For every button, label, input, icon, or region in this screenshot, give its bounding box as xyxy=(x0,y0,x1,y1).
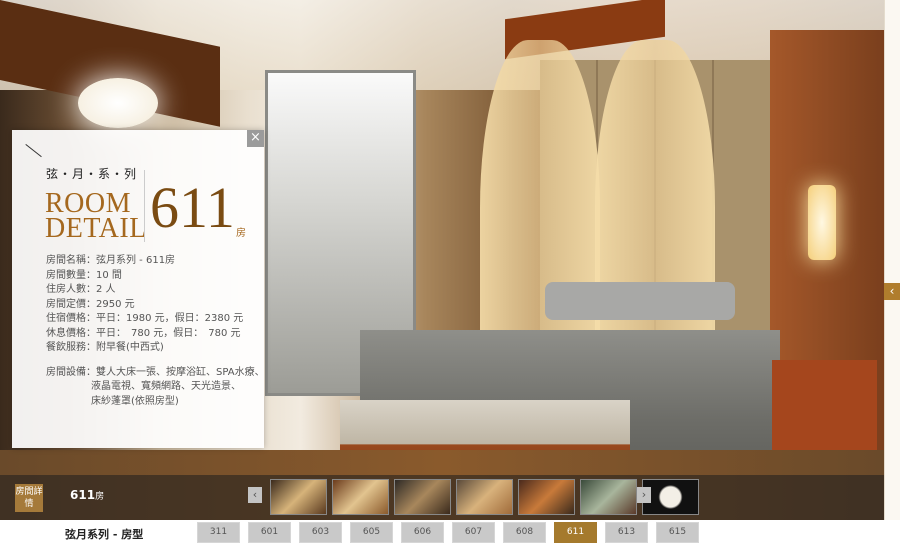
room-number: 611 xyxy=(150,175,235,240)
thumb-next-button[interactable]: › xyxy=(637,487,651,503)
equipment-label: 房間設備： xyxy=(46,366,96,378)
thumbnail-1[interactable] xyxy=(270,479,327,515)
category-badge: 房間詳情 xyxy=(15,484,43,512)
thumbnail-2[interactable] xyxy=(332,479,389,515)
current-room-number: 611 xyxy=(70,488,96,502)
equipment-text-1: 雙人大床一張、按摩浴缸、SPA水療、 xyxy=(96,366,265,378)
thumbnail-3[interactable] xyxy=(394,479,451,515)
room-tab-603[interactable]: 603 xyxy=(299,522,342,543)
thumb-prev-button[interactable]: ‹ xyxy=(248,487,262,503)
room-tab-613[interactable]: 613 xyxy=(605,522,648,543)
right-edge-bar xyxy=(884,0,900,520)
equipment-line-3: 床紗蓬罩(依照房型) xyxy=(91,395,179,407)
room-title-line2: DETAIL xyxy=(45,213,147,244)
info-count: 房間數量：10 間 xyxy=(46,269,122,281)
info-guests: 住房人數：2 人 xyxy=(46,284,116,295)
equipment-line-2: 液晶電視、寬頻網路、天光造景、 xyxy=(91,381,241,392)
info-rest-price: 休息價格：平日： 780 元，假日： 780 元 xyxy=(46,327,241,339)
thumbnail-6[interactable] xyxy=(580,479,637,515)
room-type-label: 弦月系列 - 房型 xyxy=(65,528,144,541)
info-stay-price: 住宿價格：平日：1980 元，假日：2380 元 xyxy=(46,313,244,324)
room-tab-611[interactable]: 611 xyxy=(554,522,597,543)
title-divider xyxy=(144,170,145,242)
room-tab-606[interactable]: 606 xyxy=(401,522,444,543)
room-unit: 房 xyxy=(236,228,246,239)
side-panel-toggle[interactable]: ‹ xyxy=(884,283,900,300)
equipment-line-1: 房間設備：雙人大床一張、按摩浴缸、SPA水療、 xyxy=(46,366,265,381)
room-tab-607[interactable]: 607 xyxy=(452,522,495,543)
series-name: 弦・月・系・列 xyxy=(46,167,138,181)
room-tab-615[interactable]: 615 xyxy=(656,522,699,543)
info-list-price: 房間定價：2950 元 xyxy=(46,298,135,310)
room-tab-608[interactable]: 608 xyxy=(503,522,546,543)
room-tab-601[interactable]: 601 xyxy=(248,522,291,543)
info-dining: 餐飲服務：附早餐(中西式) xyxy=(46,342,164,353)
wall-lamp xyxy=(808,185,836,260)
room-info: 房間名稱：弦月系列 - 611房 房間數量：10 間 住房人數：2 人 房間定價… xyxy=(46,254,265,409)
thumbnail-5[interactable] xyxy=(518,479,575,515)
close-panel-button[interactable]: × xyxy=(247,130,264,147)
room-tab-605[interactable]: 605 xyxy=(350,522,393,543)
current-room-unit: 房 xyxy=(95,492,105,502)
decorative-line xyxy=(13,144,42,173)
room-tab-311[interactable]: 311 xyxy=(197,522,240,543)
room-type-bar: 弦月系列 - 房型 311 601 603 605 606 607 608 61… xyxy=(0,520,900,546)
room-tabs: 311 601 603 605 606 607 608 611 613 615 xyxy=(197,522,699,543)
pendant-light xyxy=(78,78,158,128)
info-name: 房間名稱：弦月系列 - 611房 xyxy=(46,255,176,266)
side-table xyxy=(772,360,877,455)
thumbnail-4[interactable] xyxy=(456,479,513,515)
pillows xyxy=(545,282,735,320)
thumbnail-list xyxy=(270,479,699,515)
thumbnail-strip: 房間詳情 611房 ‹ › xyxy=(0,475,884,520)
room-detail-panel: × 弦・月・系・列 ROOM DETAIL 611 房 房間名稱：弦月系列 - … xyxy=(12,130,265,448)
current-room-label: 611房 xyxy=(70,488,104,502)
